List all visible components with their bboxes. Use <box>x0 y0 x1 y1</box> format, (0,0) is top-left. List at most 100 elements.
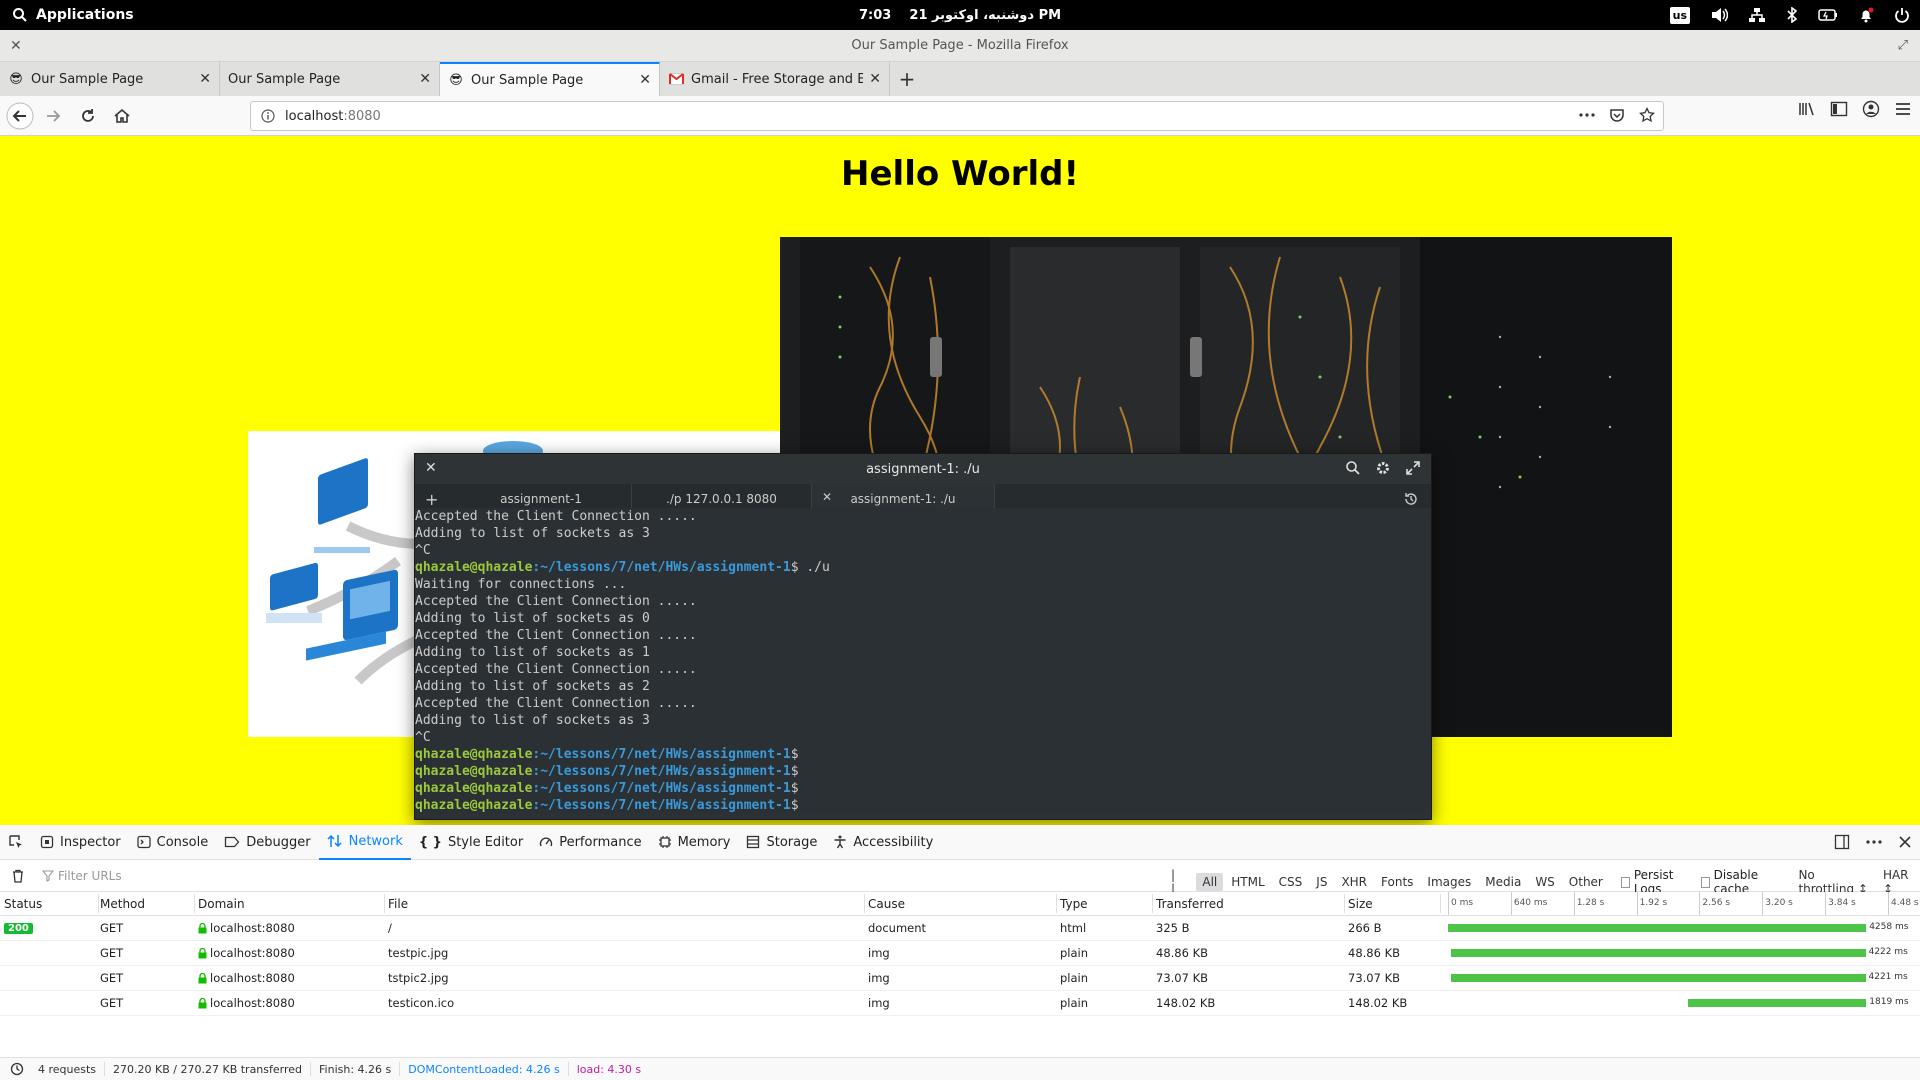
terminal-window[interactable]: ✕ assignment-1: ./u + assignment-1 ./p 1… <box>414 453 1432 820</box>
filter-html[interactable]: HTML <box>1225 873 1270 891</box>
clock[interactable]: دوشنبه، اوکتوبر 21 7:03 PM <box>0 8 1920 23</box>
tab-close-icon[interactable]: ✕ <box>639 72 651 88</box>
battery-icon[interactable] <box>1818 8 1838 22</box>
performance-gauge-icon <box>540 837 553 847</box>
pocket-icon[interactable] <box>1609 107 1625 123</box>
devtools-tab-memory[interactable]: Memory <box>650 825 739 860</box>
terminal-history-icon[interactable] <box>1403 491 1419 507</box>
waterfall-tick-label: 1.28 s <box>1576 898 1605 908</box>
terminal-settings-gear-icon[interactable] <box>1375 460 1391 476</box>
account-icon[interactable] <box>1862 100 1880 118</box>
terminal-line: Adding to list of sockets as 1 <box>415 645 650 660</box>
terminal-line: Accepted the Client Connection ..... <box>415 509 697 524</box>
filter-urls-input[interactable]: Filter URLs <box>30 866 1160 886</box>
hamburger-menu-icon[interactable] <box>1894 101 1912 117</box>
terminal-tab-close-icon[interactable]: ✕ <box>822 490 832 504</box>
domain-cell: localhost:8080 <box>198 991 384 1015</box>
column-header-domain[interactable]: Domain <box>198 892 384 915</box>
filter-css[interactable]: CSS <box>1273 873 1309 891</box>
filter-other[interactable]: Other <box>1563 873 1609 891</box>
notifications-bell-icon[interactable] <box>1858 7 1874 23</box>
column-header-transferred[interactable]: Transferred <box>1156 892 1342 915</box>
devtools-tab-console[interactable]: Console <box>129 825 217 860</box>
performance-analysis-icon[interactable] <box>10 1062 24 1076</box>
url-bar[interactable]: localhost:8080 <box>250 101 1664 131</box>
network-icon[interactable] <box>1748 7 1766 23</box>
bluetooth-icon[interactable] <box>1786 7 1798 23</box>
home-button[interactable] <box>106 100 138 132</box>
terminal-close-icon[interactable]: ✕ <box>425 460 437 476</box>
table-row[interactable]: GET localhost:8080 testpic.jpg img plain 48.8… <box>0 941 1920 966</box>
terminal-search-icon[interactable] <box>1345 460 1361 476</box>
dock-side-icon[interactable] <box>1834 834 1850 850</box>
table-row[interactable]: 200 GET localhost:8080 / document html 325 B 26… <box>0 916 1920 941</box>
sidebar-icon[interactable] <box>1830 101 1848 117</box>
back-arrow-icon <box>6 102 34 129</box>
column-header-cause[interactable]: Cause <box>868 892 1054 915</box>
column-header-status[interactable]: Status <box>4 892 98 915</box>
file-cell: testicon.ico <box>388 996 455 1010</box>
waterfall-tick-line <box>1573 892 1575 915</box>
terminal-line: qhazale@qhazale:~/lessons/7/net/HWs/assi… <box>415 763 1431 780</box>
power-icon[interactable] <box>1894 7 1910 23</box>
filter-xhr[interactable]: XHR <box>1335 873 1373 891</box>
date-label: دوشنبه، اوکتوبر 21 <box>909 7 1035 23</box>
devtools-tab-performance[interactable]: Performance <box>531 825 649 860</box>
back-button[interactable] <box>4 100 36 132</box>
terminal-line: qhazale@qhazale:~/lessons/7/net/HWs/assi… <box>415 559 1431 576</box>
devtools-tab-storage[interactable]: Storage <box>738 825 825 860</box>
terminal-new-tab-icon[interactable]: + <box>425 490 438 509</box>
browser-tab-4[interactable]: Gmail - Free Storage and Em ✕ <box>660 62 890 96</box>
window-maximize-icon[interactable]: ⤢ <box>1898 38 1908 53</box>
waterfall-tick-label: 3.84 s <box>1828 898 1856 908</box>
filter-all[interactable]: All <box>1196 873 1224 891</box>
element-picker-button[interactable] <box>0 825 32 860</box>
devtools-close-icon[interactable] <box>1898 835 1912 849</box>
system-top-bar: Applications دوشنبه، اوکتوبر 21 7:03 PM … <box>0 0 1920 30</box>
devtools-tab-accessibility[interactable]: Accessibility <box>825 825 941 860</box>
window-titlebar: ✕ Our Sample Page - Mozilla Firefox ⤢ <box>0 30 1920 62</box>
applications-menu[interactable]: Applications <box>12 7 134 23</box>
filter-images[interactable]: Images <box>1421 873 1477 891</box>
devtools-tab-network[interactable]: Network <box>318 825 411 860</box>
network-arrows-icon <box>327 834 342 848</box>
window-close-icon[interactable]: ✕ <box>10 38 22 54</box>
devtools-more-icon[interactable] <box>1866 840 1882 844</box>
site-info-icon[interactable] <box>261 109 275 123</box>
new-tab-button[interactable]: + <box>890 62 924 96</box>
url-host: localhost <box>285 108 344 124</box>
terminal-output[interactable]: Accepted the Client Connection ..... Addi… <box>415 508 1431 813</box>
devtools-tab-debugger[interactable]: Debugger <box>216 825 318 860</box>
column-header-type[interactable]: Type <box>1060 892 1154 915</box>
filter-js[interactable]: JS <box>1310 873 1333 891</box>
filter-media[interactable]: Media <box>1479 873 1527 891</box>
browser-tab-1[interactable]: 😎 Our Sample Page ✕ <box>0 62 220 96</box>
filter-fonts[interactable]: Fonts <box>1375 873 1419 891</box>
keyboard-layout-indicator[interactable]: us <box>1669 6 1690 24</box>
volume-icon[interactable] <box>1710 7 1728 23</box>
terminal-tab-label: assignment-1 <box>500 491 582 506</box>
table-row[interactable]: GET localhost:8080 testicon.ico img plain 148… <box>0 991 1920 1016</box>
terminal-tab-label: assignment-1: ./u <box>850 491 956 506</box>
column-header-size[interactable]: Size <box>1348 892 1442 915</box>
tab-close-icon[interactable]: ✕ <box>869 71 881 87</box>
tab-close-icon[interactable]: ✕ <box>419 71 431 87</box>
devtools-tab-style-editor[interactable]: { } Style Editor <box>411 825 531 860</box>
tab-close-icon[interactable]: ✕ <box>199 71 211 87</box>
filter-ws[interactable]: WS <box>1529 873 1560 891</box>
library-icon[interactable] <box>1798 101 1816 117</box>
browser-tab-3-active[interactable]: 😎 Our Sample Page ✕ <box>440 62 660 96</box>
reload-button[interactable] <box>72 100 104 132</box>
devtools-tab-inspector[interactable]: Inspector <box>32 825 129 860</box>
clear-trash-icon[interactable] <box>11 869 25 883</box>
column-header-method[interactable]: Method <box>100 892 194 915</box>
page-actions-icon[interactable] <box>1579 113 1595 117</box>
devtools-panel: Inspector Console Debugger Network { } S… <box>0 825 1920 1080</box>
forward-button[interactable] <box>38 100 70 132</box>
bookmark-star-icon[interactable] <box>1639 107 1655 123</box>
column-header-file[interactable]: File <box>388 892 862 915</box>
table-row[interactable]: GET localhost:8080 tstpic2.jpg img plain 73.0… <box>0 966 1920 991</box>
prompt-path: :~/lessons/7/net/HWs/assignment-1 <box>532 798 791 813</box>
browser-tab-2[interactable]: Our Sample Page ✕ <box>220 62 440 96</box>
terminal-fullscreen-icon[interactable] <box>1405 460 1421 476</box>
